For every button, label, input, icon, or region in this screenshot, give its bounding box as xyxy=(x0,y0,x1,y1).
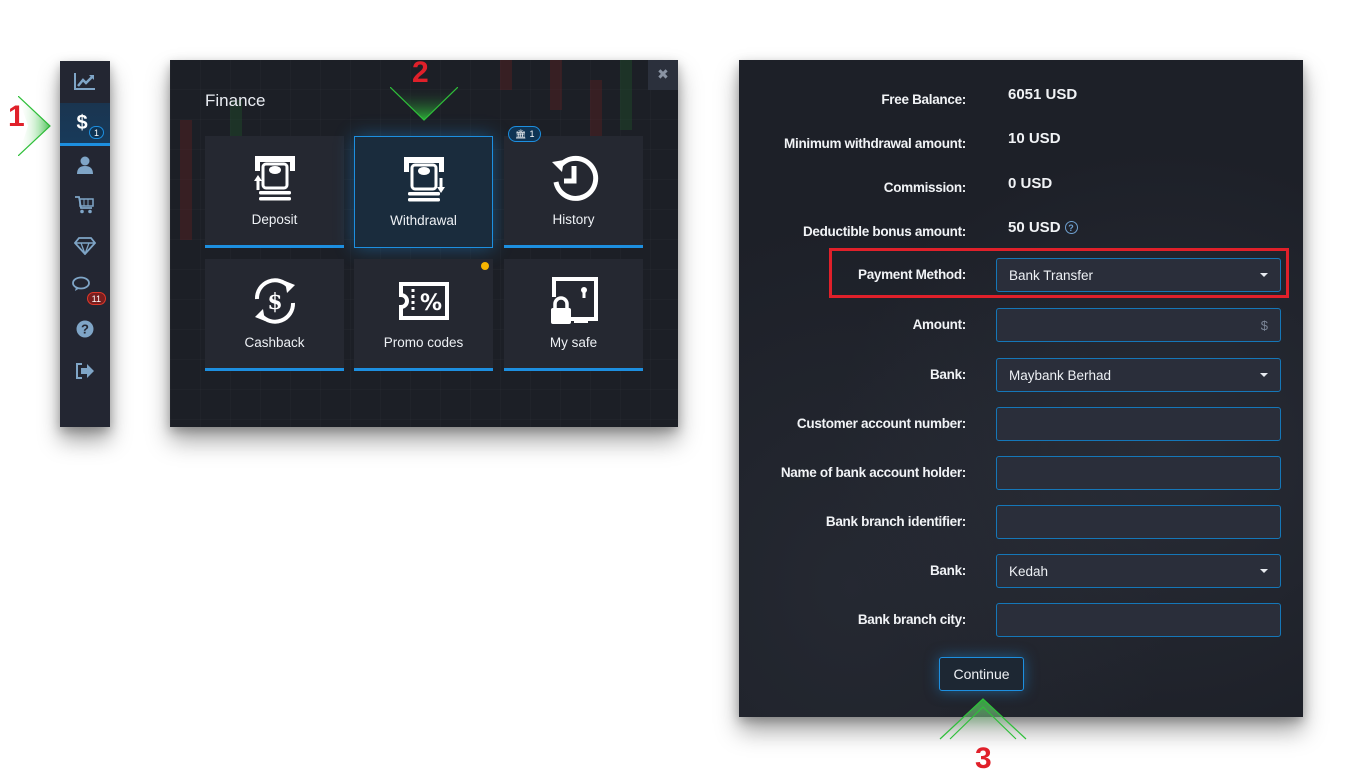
finance-badge: 1 xyxy=(88,126,104,139)
tile-history[interactable]: 🏛 1 History xyxy=(504,126,643,248)
tile-label: My safe xyxy=(549,335,598,350)
cart-icon xyxy=(75,196,95,214)
bank-icon: 🏛 xyxy=(515,129,527,139)
sidebar-item-logout[interactable] xyxy=(60,351,110,391)
diamond-icon xyxy=(74,237,96,255)
field-account-holder-name: Name of bank account holder: xyxy=(739,456,1303,490)
sidebar-item-help[interactable]: ? xyxy=(60,309,110,349)
field-label: Name of bank account holder: xyxy=(780,465,966,480)
field-bank-branch-identifier: Bank branch identifier: xyxy=(739,505,1303,539)
info-commission: Commission: 0 USD xyxy=(739,175,1303,214)
bank-select[interactable]: Maybank Berhad xyxy=(996,358,1281,392)
sidebar: $ 1 11 ? xyxy=(60,61,110,427)
sidebar-item-chart[interactable] xyxy=(60,61,110,101)
field-label: Amount: xyxy=(912,317,967,332)
chart-candle xyxy=(500,60,512,90)
field-bank-region: Bank: Kedah xyxy=(739,554,1303,588)
info-label: Commission: xyxy=(883,180,967,195)
tile-label: Deposit xyxy=(251,212,298,227)
close-icon: ✖ xyxy=(657,67,669,83)
step-1-arrow-icon xyxy=(18,96,51,156)
help-icon[interactable]: ? xyxy=(1064,221,1078,234)
chart-candle xyxy=(550,60,562,110)
logout-icon xyxy=(76,363,94,379)
step-2-number: 2 xyxy=(412,56,429,89)
chat-icon xyxy=(72,276,90,292)
tile-withdrawal[interactable]: Withdrawal xyxy=(354,136,493,248)
tile-label: History xyxy=(552,212,595,227)
field-label: Bank branch identifier: xyxy=(825,514,966,529)
field-bank: Bank: Maybank Berhad xyxy=(739,358,1303,392)
info-label: Minimum withdrawal amount: xyxy=(784,136,966,151)
chart-line-icon xyxy=(74,72,96,90)
account-holder-name-input[interactable] xyxy=(996,456,1281,490)
promo-icon: % xyxy=(398,275,450,327)
info-label: Free Balance: xyxy=(881,92,966,107)
field-customer-account-number: Customer account number: xyxy=(739,407,1303,441)
info-value: 6051 USD xyxy=(1008,86,1078,103)
finance-title: Finance xyxy=(205,91,266,110)
field-bank-branch-city: Bank branch city: xyxy=(739,603,1303,637)
sidebar-item-finance[interactable]: $ 1 xyxy=(60,103,110,146)
bank-branch-city-input[interactable] xyxy=(996,603,1281,637)
notification-dot xyxy=(481,262,489,270)
history-badge: 🏛 1 xyxy=(508,126,542,142)
cashback-icon: $ xyxy=(249,275,301,327)
customer-account-number-input[interactable] xyxy=(996,407,1281,441)
bank-region-select[interactable]: Kedah xyxy=(996,554,1281,588)
payment-method-highlight xyxy=(829,248,1289,298)
info-label: Deductible bonus amount: xyxy=(802,224,966,239)
tile-promo-codes[interactable]: % Promo codes xyxy=(354,259,493,371)
caret-down-icon xyxy=(1260,373,1268,377)
close-button[interactable]: ✖ xyxy=(648,60,678,90)
info-value: 50 USD xyxy=(1008,219,1061,236)
bank-branch-identifier-input[interactable] xyxy=(996,505,1281,539)
chart-candle xyxy=(590,80,602,140)
amount-input[interactable]: $ xyxy=(996,308,1281,342)
svg-text:%: % xyxy=(419,291,441,316)
safe-icon xyxy=(548,275,600,327)
step-2-arrow-icon xyxy=(390,87,458,121)
tile-deposit[interactable]: Deposit xyxy=(205,136,344,248)
tile-my-safe[interactable]: My safe xyxy=(504,259,643,371)
field-label: Bank: xyxy=(929,367,966,382)
tile-cashback[interactable]: $ Cashback xyxy=(205,259,344,371)
field-label: Customer account number: xyxy=(796,416,966,431)
info-value: 10 USD xyxy=(1008,130,1061,147)
tile-label: Withdrawal xyxy=(390,213,457,228)
info-value: 0 USD xyxy=(1008,175,1053,192)
info-minimum-withdrawal: Minimum withdrawal amount: 10 USD xyxy=(739,130,1303,170)
sidebar-item-chat[interactable]: 11 xyxy=(60,267,110,307)
continue-button[interactable]: Continue xyxy=(939,657,1024,691)
withdrawal-icon xyxy=(398,153,450,205)
currency-suffix: $ xyxy=(1260,317,1268,333)
field-amount: Amount: $ xyxy=(739,308,1303,342)
info-value-wrap: 50 USD ? xyxy=(1008,219,1078,236)
sidebar-item-market[interactable] xyxy=(60,185,110,225)
help-circle-icon: ? xyxy=(76,320,94,338)
dollar-icon: $ xyxy=(76,112,88,134)
user-icon xyxy=(77,156,93,174)
svg-text:?: ? xyxy=(81,322,89,337)
svg-text:$: $ xyxy=(267,289,282,315)
field-label: Bank: xyxy=(929,563,966,578)
tile-label: Cashback xyxy=(244,335,305,350)
tile-label: Promo codes xyxy=(383,335,464,350)
info-free-balance: Free Balance: 6051 USD xyxy=(739,86,1303,126)
chart-candle xyxy=(180,120,192,240)
sidebar-item-profile[interactable] xyxy=(60,145,110,185)
history-icon xyxy=(548,152,600,204)
caret-down-icon xyxy=(1260,569,1268,573)
sidebar-item-achievements[interactable] xyxy=(60,226,110,266)
deposit-icon xyxy=(249,152,301,204)
withdrawal-form: Free Balance: 6051 USD Minimum withdrawa… xyxy=(739,60,1303,717)
field-label: Bank branch city: xyxy=(857,612,966,627)
chat-badge: 11 xyxy=(86,292,106,305)
chart-candle xyxy=(620,60,632,130)
step-3-arrow-icon xyxy=(939,698,1027,740)
step-3-number: 3 xyxy=(975,742,992,775)
